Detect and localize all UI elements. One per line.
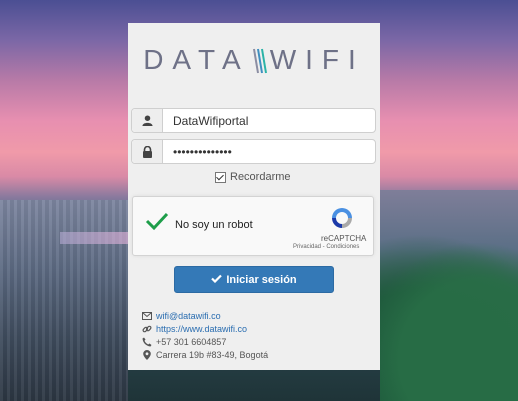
contact-address: Carrera 19b #83-49, Bogotá (142, 350, 268, 360)
password-field-group (131, 139, 376, 164)
brand-logo: DATA WIFI (138, 44, 370, 75)
logo-text-left: DATA (143, 44, 250, 75)
link-icon (142, 324, 152, 334)
login-button[interactable]: Iniciar sesión (174, 266, 334, 293)
background-city-right (380, 190, 518, 401)
phone-icon (142, 337, 152, 347)
remember-checkbox[interactable] (215, 171, 226, 183)
recaptcha-label: No soy un robot (175, 219, 253, 231)
checkmark-icon[interactable] (145, 211, 169, 236)
remember-label: Recordarme (230, 171, 291, 183)
recaptcha-icon (329, 205, 355, 236)
logo-slash-graphic (252, 46, 268, 74)
username-field-group (131, 108, 376, 133)
map-marker-icon (142, 350, 152, 360)
contact-website: https://www.datawifi.co (142, 324, 247, 334)
recaptcha-brand: reCAPTCHA (321, 234, 367, 243)
contact-email: wifi@datawifi.co (142, 311, 221, 321)
user-icon (132, 109, 163, 132)
background-river (60, 232, 128, 244)
background-city-left (0, 200, 128, 401)
logo-text-right: WIFI (269, 44, 365, 75)
password-input[interactable] (163, 140, 375, 163)
website-link[interactable]: https://www.datawifi.co (156, 324, 247, 334)
recaptcha-links[interactable]: Privacidad - Condiciones (293, 244, 359, 250)
recaptcha-widget: No soy un robot reCAPTCHA Privacidad - C… (132, 196, 374, 256)
envelope-icon (142, 311, 152, 321)
lock-icon (132, 140, 163, 163)
address-text: Carrera 19b #83-49, Bogotá (156, 350, 269, 360)
phone-text: +57 301 6604857 (156, 337, 227, 347)
username-input[interactable] (163, 109, 375, 132)
email-link[interactable]: wifi@datawifi.co (156, 311, 221, 321)
check-icon (211, 274, 223, 286)
contact-phone: +57 301 6604857 (142, 337, 226, 347)
login-button-label: Iniciar sesión (226, 273, 297, 286)
remember-me[interactable]: Recordarme (215, 171, 291, 183)
